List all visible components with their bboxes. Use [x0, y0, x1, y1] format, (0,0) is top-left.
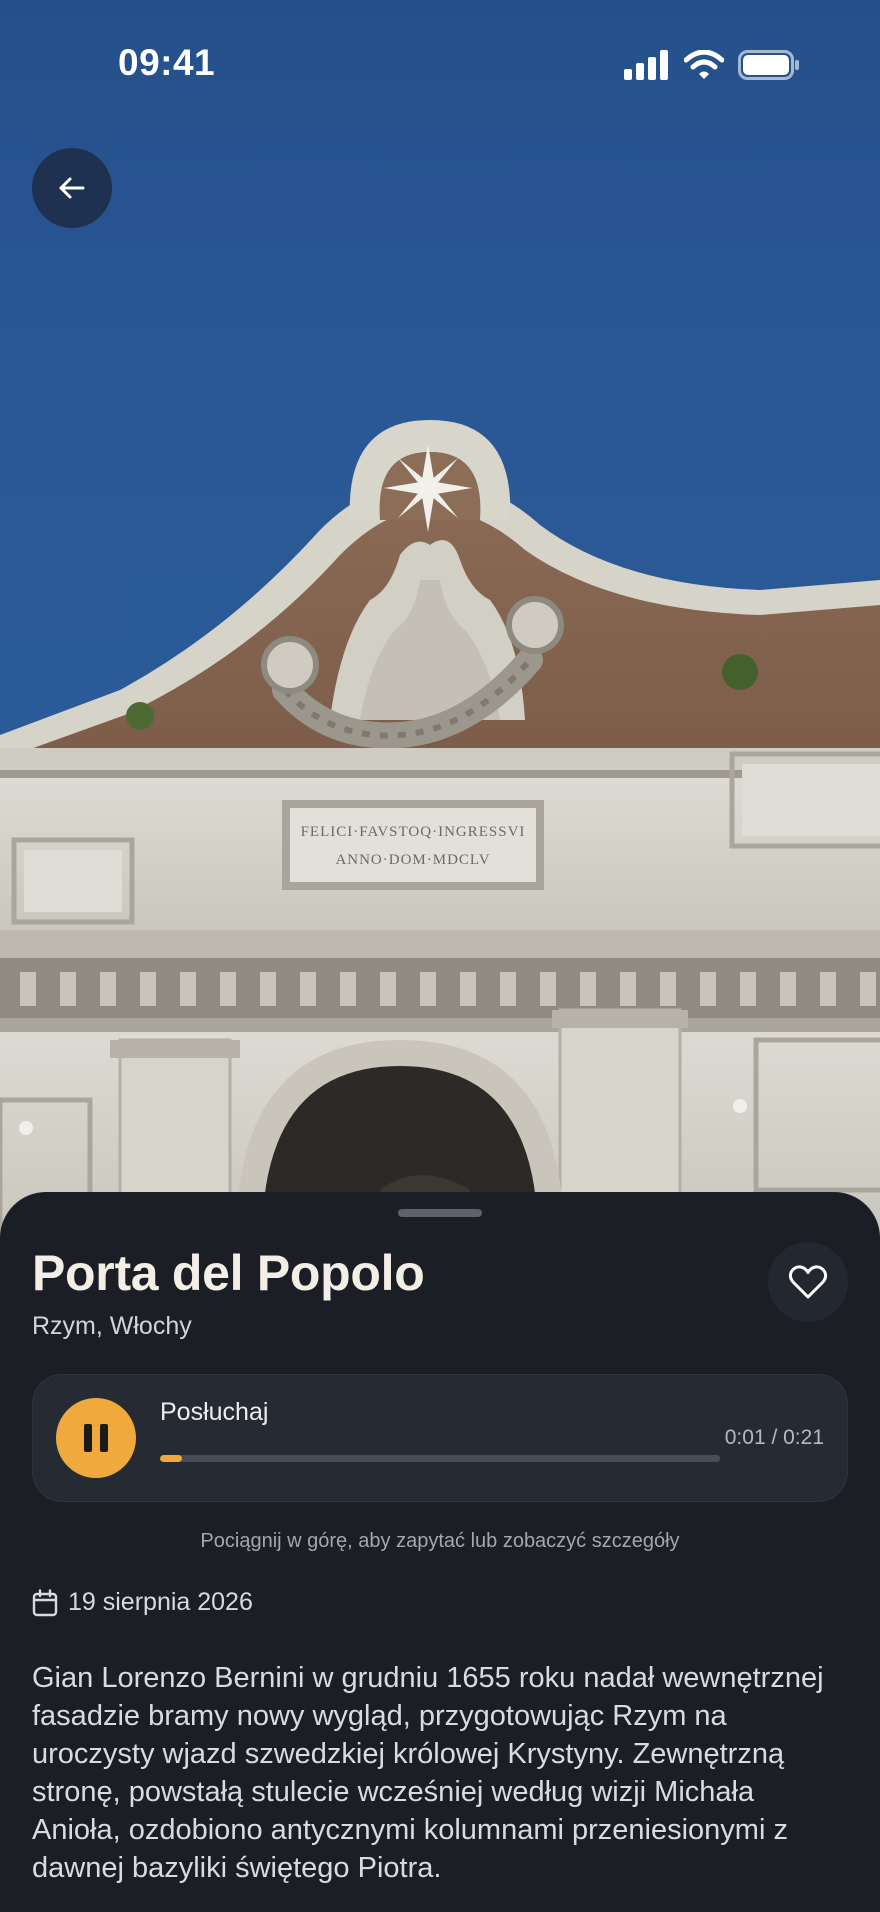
status-time: 09:41 — [118, 42, 216, 83]
swipe-up-hint: Pociągnij w górę, aby zapytać lub zobacz… — [200, 1530, 680, 1552]
audio-time: 0:01 / 0:21 — [724, 1426, 824, 1449]
pause-icon — [84, 1424, 108, 1452]
hero-photo: FELICI·FAVSTOQ·INGRESSVI ANNO·DOM·MDCLV — [0, 0, 880, 1240]
status-bar: 09:41 — [0, 0, 880, 130]
calendar-icon — [32, 1588, 58, 1616]
porta-del-popolo-photo: FELICI·FAVSTOQ·INGRESSVI ANNO·DOM·MDCLV — [0, 420, 880, 1240]
visit-date: 19 sierpnia 2026 — [68, 1588, 253, 1616]
sheet-grabber[interactable] — [398, 1209, 482, 1217]
details-sheet[interactable]: Porta del Popolo Rzym, Włochy Posłuchaj … — [0, 1192, 880, 1912]
inscription-line-1: FELICI·FAVSTOQ·INGRESSVI — [301, 824, 526, 840]
place-location: Rzym, Włochy — [32, 1312, 192, 1340]
wifi-icon — [684, 50, 724, 79]
favorite-button[interactable] — [768, 1242, 848, 1322]
inscription-line-2: ANNO·DOM·MDCLV — [335, 852, 490, 868]
cellular-signal-icon — [624, 50, 668, 80]
place-detail-screen: FELICI·FAVSTOQ·INGRESSVI ANNO·DOM·MDCLV — [0, 0, 880, 1912]
battery-icon — [738, 50, 799, 80]
date-row: 19 sierpnia 2026 — [32, 1588, 253, 1617]
audio-progress-bar[interactable] — [160, 1455, 720, 1462]
play-pause-button[interactable] — [56, 1398, 136, 1478]
audio-label: Posłuchaj — [160, 1398, 269, 1426]
arrow-left-icon — [59, 177, 85, 199]
audio-player: Posłuchaj 0:01 / 0:21 — [32, 1374, 848, 1502]
place-title: Porta del Popolo — [32, 1245, 425, 1301]
audio-progress-fill — [160, 1455, 183, 1462]
status-icons — [624, 48, 800, 82]
heart-outline-icon — [788, 1265, 828, 1299]
back-button[interactable] — [32, 148, 112, 228]
place-description: Gian Lorenzo Bernini w grudniu 1655 roku… — [32, 1662, 824, 1884]
